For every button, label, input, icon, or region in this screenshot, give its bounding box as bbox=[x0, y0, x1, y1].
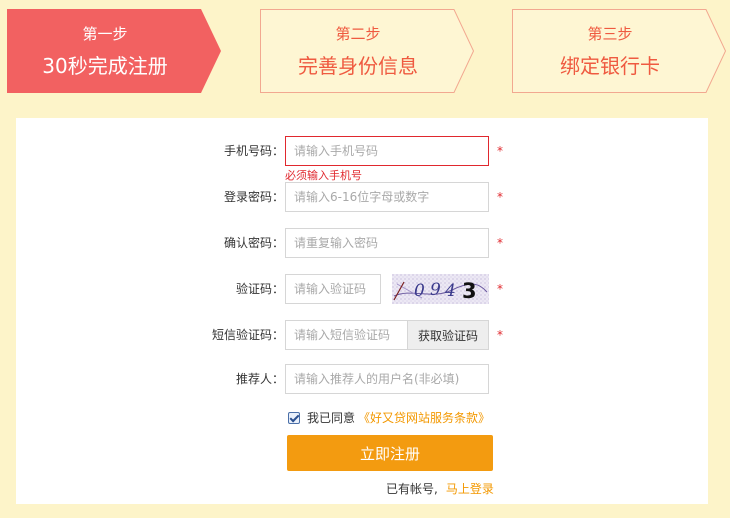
registration-form: 手机号码： * 必须输入手机号 登录密码： * 确认密码： * 验证码： bbox=[16, 118, 708, 504]
step-3: 第三步 绑定银行卡 bbox=[512, 9, 728, 93]
terms-link[interactable]: 《好又贷网站服务条款》 bbox=[358, 410, 490, 426]
svg-text:9: 9 bbox=[430, 280, 441, 300]
phone-row: 手机号码： * 必须输入手机号 bbox=[16, 136, 708, 182]
phone-input[interactable] bbox=[285, 136, 489, 166]
sms-code-row: 短信验证码： 获取验证码 * bbox=[16, 320, 708, 350]
progress-steps: 第一步 30秒完成注册 第二步 完善身份信息 第三步 绑定银行卡 bbox=[0, 0, 730, 100]
referrer-input[interactable] bbox=[285, 364, 489, 394]
svg-text:3: 3 bbox=[462, 279, 477, 303]
login-link[interactable]: 马上登录 bbox=[446, 482, 494, 496]
captcha-image[interactable]: 0 9 4 3 bbox=[392, 274, 489, 304]
password-label: 登录密码： bbox=[223, 190, 284, 204]
step-1-number: 第一步 bbox=[82, 25, 128, 43]
get-sms-code-button[interactable]: 获取验证码 bbox=[407, 320, 489, 350]
referrer-label: 推荐人： bbox=[235, 372, 284, 386]
svg-text:0: 0 bbox=[414, 281, 425, 301]
sms-code-label: 短信验证码： bbox=[211, 328, 284, 342]
step-1: 第一步 30秒完成注册 bbox=[7, 9, 223, 93]
sms-code-input[interactable] bbox=[285, 320, 408, 350]
phone-error-message: 必须输入手机号 bbox=[285, 169, 362, 182]
captcha-input[interactable] bbox=[285, 274, 381, 304]
register-button[interactable]: 立即注册 bbox=[287, 435, 493, 471]
confirm-password-label: 确认密码： bbox=[223, 236, 284, 250]
captcha-row: 验证码： 0 9 4 3 * bbox=[16, 274, 708, 304]
step-2: 第二步 完善身份信息 bbox=[260, 9, 476, 93]
captcha-label: 验证码： bbox=[235, 282, 284, 296]
captcha-required-mark: * bbox=[497, 282, 503, 296]
password-row: 登录密码： * bbox=[16, 182, 708, 212]
have-account-text: 已有帐号, bbox=[386, 482, 438, 496]
login-prompt: 已有帐号, 马上登录 bbox=[386, 481, 494, 497]
referrer-row: 推荐人： bbox=[16, 364, 708, 394]
svg-text:4: 4 bbox=[444, 281, 456, 301]
confirm-password-required-mark: * bbox=[497, 236, 503, 250]
phone-required-mark: * bbox=[497, 144, 503, 158]
step-3-title: 绑定银行卡 bbox=[560, 54, 660, 78]
password-input[interactable] bbox=[285, 182, 489, 212]
step-2-title: 完善身份信息 bbox=[298, 54, 418, 78]
sms-code-required-mark: * bbox=[497, 328, 503, 342]
confirm-password-row: 确认密码： * bbox=[16, 228, 708, 258]
step-2-number: 第二步 bbox=[335, 25, 381, 43]
password-required-mark: * bbox=[497, 190, 503, 204]
agreement-text: 我已同意 bbox=[307, 411, 356, 425]
phone-label: 手机号码： bbox=[223, 144, 284, 158]
agreement-checkbox[interactable] bbox=[288, 412, 300, 424]
step-3-number: 第三步 bbox=[587, 25, 633, 43]
confirm-password-input[interactable] bbox=[285, 228, 489, 258]
step-1-title: 30秒完成注册 bbox=[42, 54, 168, 78]
